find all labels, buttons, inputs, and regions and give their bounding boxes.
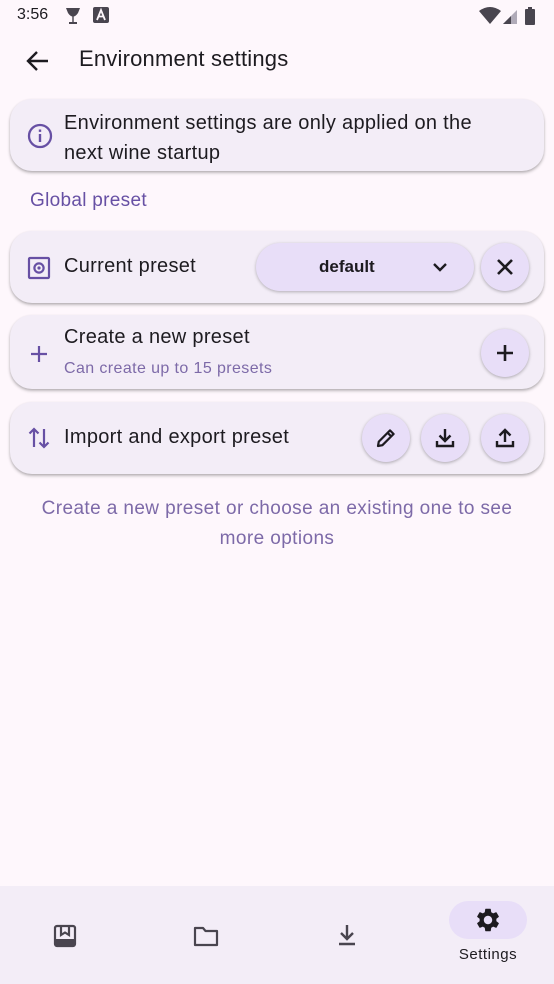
gear-icon (477, 908, 499, 932)
battery-icon (525, 7, 535, 25)
containers-icon (53, 924, 77, 948)
plus-icon (31, 346, 47, 362)
chevron-down-icon (433, 263, 447, 272)
current-preset-label: Current preset (64, 255, 197, 277)
upload-icon (495, 428, 515, 448)
preset-dropdown[interactable]: default (256, 243, 474, 291)
section-label-global-preset: Global preset (30, 190, 147, 211)
page-title: Environment settings (79, 46, 289, 71)
nav-item-settings[interactable]: Settings (435, 886, 554, 984)
current-preset-card: Current preset default (10, 231, 544, 303)
download-icon (339, 925, 355, 946)
status-bar: 3:56 (0, 0, 554, 32)
add-preset-button[interactable] (481, 329, 529, 377)
folder-icon (193, 926, 219, 947)
upload-preset-button[interactable] (481, 414, 529, 462)
settings-box-icon (27, 256, 51, 280)
clear-preset-button[interactable] (481, 243, 529, 291)
a-badge-icon (93, 7, 109, 23)
wifi-icon (479, 7, 501, 24)
bottom-navigation: Settings (0, 886, 554, 984)
signal-icon (503, 10, 517, 24)
add-icon (497, 345, 513, 361)
create-preset-subtitle: Can create up to 15 presets (64, 360, 273, 377)
create-preset-card[interactable]: Create a new preset Can create up to 15 … (10, 315, 544, 389)
info-icon (27, 123, 53, 149)
nav-item-downloads[interactable] (276, 886, 414, 984)
swap-vertical-icon (28, 427, 50, 449)
edit-preset-button[interactable] (362, 414, 410, 462)
edit-icon (376, 429, 395, 448)
status-time: 3:56 (17, 6, 49, 23)
import-export-label: Import and export preset (64, 426, 290, 448)
top-app-bar: Environment settings (0, 32, 554, 86)
download-preset-button[interactable] (421, 414, 469, 462)
nav-item-files[interactable] (138, 886, 276, 984)
preset-dropdown-value: default (319, 257, 375, 276)
info-text: Environment settings are only applied on… (64, 112, 472, 164)
nav-item-containers[interactable] (0, 886, 138, 984)
close-icon (497, 259, 513, 275)
glass-icon (66, 8, 80, 24)
hint-text: Create a new preset or choose an existin… (41, 498, 513, 549)
nav-label-settings: Settings (458, 946, 518, 963)
download-icon (435, 429, 455, 448)
create-preset-title: Create a new preset (64, 326, 250, 348)
info-card: Environment settings are only applied on… (10, 99, 544, 171)
arrow-back-icon[interactable] (24, 47, 52, 75)
import-export-card: Import and export preset (10, 402, 544, 474)
